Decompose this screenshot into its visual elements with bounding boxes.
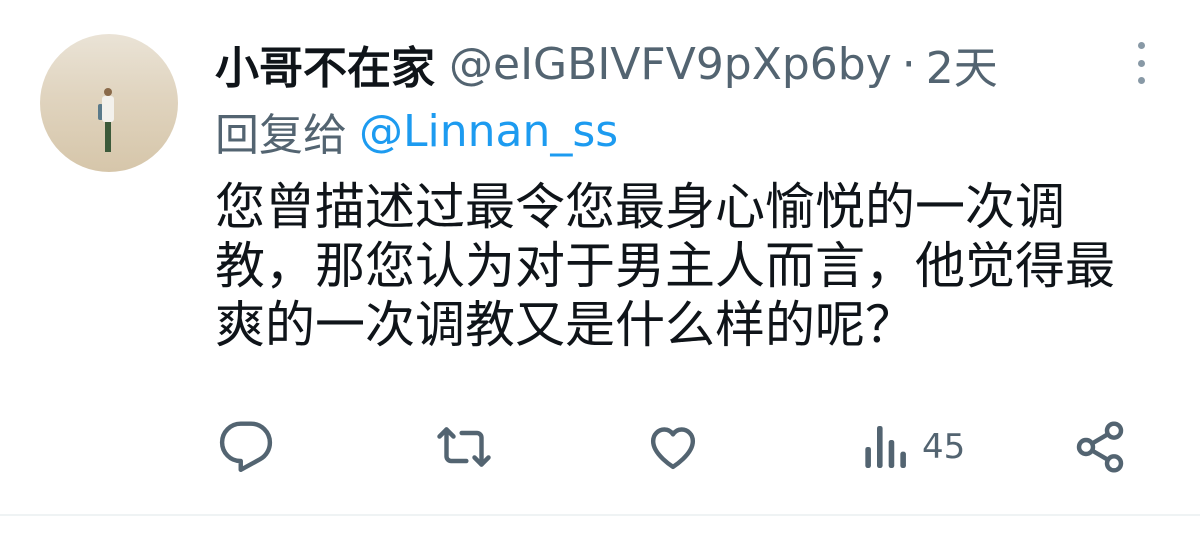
action-bar: 45 <box>0 412 1200 482</box>
views-bar-chart-icon <box>865 426 906 468</box>
reply-icon <box>219 421 273 472</box>
avatar-figure-legs <box>105 122 111 152</box>
share-button[interactable] <box>1072 412 1128 482</box>
display-name[interactable]: 小哥不在家 <box>215 32 435 96</box>
divider <box>0 514 1200 516</box>
more-dot <box>1137 77 1145 84</box>
tweet-header: 小哥不在家 @eIGBIVFV9pXp6by · 2天 <box>215 36 998 95</box>
user-handle[interactable]: @eIGBIVFV9pXp6by <box>449 39 892 90</box>
views-button[interactable]: 45 <box>860 412 965 482</box>
avatar[interactable] <box>40 34 178 172</box>
share-icon <box>1076 421 1124 473</box>
more-vertical-icon[interactable] <box>1126 38 1156 88</box>
avatar-figure-body <box>102 96 114 122</box>
views-count: 45 <box>922 427 966 467</box>
tweet-text-line: 爽的一次调教又是什么样的呢？ <box>215 296 915 354</box>
reply-context: 回复给 @Linnan_ss <box>215 104 618 162</box>
reply-mention-link[interactable]: @Linnan_ss <box>359 106 618 157</box>
tweet-text: 您曾描述过最令您最身心愉悦的一次调 教，那您认为对于男主人而言，他觉得最 爽的一… <box>215 178 1165 355</box>
reply-button[interactable] <box>218 412 274 482</box>
like-button[interactable] <box>645 412 701 482</box>
reply-prefix: 回复给 <box>215 110 347 161</box>
more-dot <box>1137 42 1145 49</box>
avatar-figure-head <box>104 88 112 96</box>
heart-icon <box>650 427 696 470</box>
retweet-icon <box>437 427 491 467</box>
more-dot <box>1137 59 1145 67</box>
retweet-button[interactable] <box>436 412 492 482</box>
tweet-text-line: 教，那您认为对于男主人而言，他觉得最 <box>215 237 1115 295</box>
timestamp[interactable]: 2天 <box>926 32 998 96</box>
header-separator: · <box>901 38 916 90</box>
tweet-text-line: 您曾描述过最令您最身心愉悦的一次调 <box>215 178 1065 236</box>
